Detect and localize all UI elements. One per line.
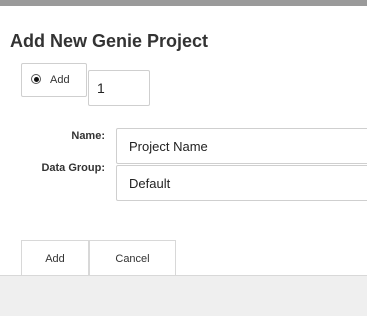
cancel-button[interactable]: Cancel <box>89 240 176 276</box>
add-radio-button[interactable] <box>31 74 41 84</box>
name-label: Name: <box>71 130 105 142</box>
add-radio-label: Add <box>50 74 70 86</box>
dialog-title: Add New Genie Project <box>10 31 209 51</box>
project-count-input[interactable] <box>88 70 150 106</box>
dialog-footer <box>0 275 367 316</box>
data-group-label: Data Group: <box>41 162 105 174</box>
add-button[interactable]: Add <box>21 240 89 276</box>
add-count-option[interactable]: Add <box>21 63 87 97</box>
data-group-input[interactable] <box>116 165 367 201</box>
project-name-input[interactable] <box>116 128 367 164</box>
